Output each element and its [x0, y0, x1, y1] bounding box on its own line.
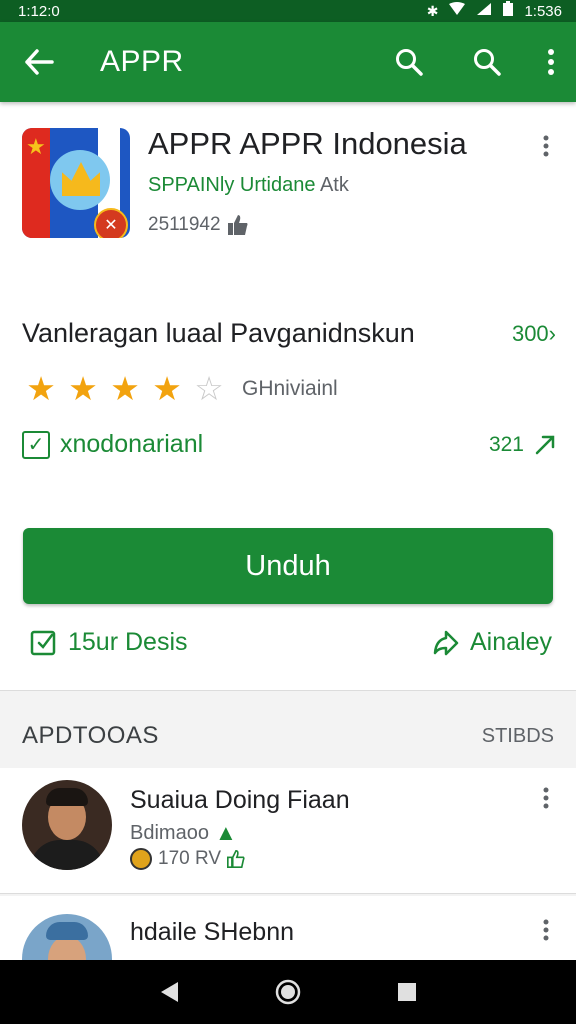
app-icon: ★ ✕	[22, 128, 130, 238]
chevron-right-icon: ›	[548, 320, 556, 346]
review-meta: 170 RV	[130, 848, 245, 870]
back-triangle-icon	[161, 982, 179, 1002]
rating-label: GHniviainl	[242, 376, 338, 400]
description-count-value: 300	[511, 320, 549, 346]
thumb-up-icon	[227, 850, 245, 868]
reviews-link[interactable]: STIBDS	[482, 725, 554, 748]
more-vert-icon	[543, 135, 549, 157]
app-more-button[interactable]	[530, 130, 562, 162]
nav-back-button[interactable]	[145, 968, 193, 1016]
reviews-header: APDTOOAS STIBDS	[22, 722, 554, 750]
review-item[interactable]: Suaiua Doing Fiaan Bdimaoo ▲ 170 RV	[0, 768, 576, 894]
checkbox-icon[interactable]: ✓	[22, 430, 50, 459]
app-bar-title: APPR	[100, 45, 184, 78]
nav-home-button[interactable]	[264, 968, 312, 1016]
search-icon	[396, 49, 423, 76]
status-bar: 1:12:0 ✱ 1:536	[0, 0, 576, 22]
app-developer[interactable]: SPPAINly Urtidane Atk	[148, 174, 349, 197]
coin-icon	[130, 848, 152, 870]
reviewer-subtitle-text: Bdimaoo	[130, 821, 209, 844]
download-box-icon	[30, 630, 56, 655]
app-bar: APPR	[0, 22, 576, 102]
sub-actions: 15ur Desis Ainaley	[30, 628, 552, 657]
share-arrow-icon	[433, 630, 459, 655]
overflow-menu-button[interactable]	[526, 22, 576, 102]
flag-star-icon: ★	[26, 134, 46, 159]
install-button[interactable]: Unduh	[23, 528, 553, 604]
review-more-button[interactable]	[530, 782, 562, 814]
reviewer-subtitle: Bdimaoo ▲	[130, 820, 237, 846]
star-icon: ★	[110, 370, 140, 407]
recents-square-icon	[397, 983, 416, 1001]
review-item[interactable]: hdaile SHebnn	[0, 896, 576, 960]
status-icons: ✱ 1:536	[427, 1, 562, 21]
avatar	[22, 780, 112, 870]
app-header: ★ ✕ APPR APPR Indonesia SPPAINly Urtidan…	[0, 102, 576, 282]
more-vert-icon	[543, 787, 549, 809]
wifi-icon	[448, 2, 466, 20]
description-text: Vanleragan luaal Pavganidnskun	[22, 318, 415, 348]
home-circle-icon	[275, 979, 301, 1005]
star-icon: ★	[152, 370, 182, 407]
verified-row[interactable]: ✓ xnodonarianl 321	[22, 430, 556, 459]
app-size-value: 2511942	[148, 214, 221, 235]
arrow-left-icon	[25, 49, 54, 75]
app-badge-icon: ✕	[94, 208, 128, 238]
description-count[interactable]: 300›	[512, 321, 556, 347]
developer-name[interactable]: SPPAINly Urtidane	[148, 174, 315, 196]
review-meta-text: 170 RV	[158, 848, 222, 869]
share-action-label: Ainaley	[470, 628, 552, 656]
more-vert-icon	[543, 919, 549, 941]
rating-row: ★ ★ ★ ★ ☆ GHniviainl	[22, 372, 338, 405]
star-icon: ★	[26, 370, 56, 407]
share-action-button[interactable]: Ainaley	[432, 628, 552, 657]
search-icon	[474, 49, 501, 76]
app-size: 2511942	[148, 214, 249, 236]
app-name: APPR APPR Indonesia	[148, 126, 467, 161]
desc-action-label: 15ur Desis	[68, 628, 188, 656]
developer-suffix: Atk	[315, 174, 349, 196]
review-more-button[interactable]	[530, 914, 562, 946]
verified-count: 321	[488, 432, 524, 456]
reviews-heading: APDTOOAS	[22, 722, 159, 749]
status-right-time: 1:536	[524, 2, 562, 20]
back-button[interactable]	[0, 22, 78, 102]
thumb-up-icon	[227, 215, 248, 235]
more-vert-icon	[548, 49, 554, 75]
nav-recents-button[interactable]	[383, 968, 431, 1016]
search-button-secondary[interactable]	[448, 22, 526, 102]
signal-icon	[476, 2, 492, 20]
trend-arrow-icon	[535, 435, 555, 454]
star-icon: ★	[68, 370, 98, 407]
reviewer-name: hdaile SHebnn	[130, 918, 295, 946]
verified-label: xnodonarianl	[60, 430, 204, 458]
desc-action-button[interactable]: 15ur Desis	[30, 628, 188, 657]
tree-icon: ▲	[214, 820, 237, 845]
reviewer-name: Suaiua Doing Fiaan	[130, 786, 350, 814]
search-button[interactable]	[370, 22, 448, 102]
bluetooth-icon: ✱	[426, 2, 439, 19]
status-time: 1:12:0	[18, 2, 60, 20]
avatar	[22, 914, 112, 960]
star-icon: ☆	[194, 370, 224, 407]
description-row[interactable]: Vanleragan luaal Pavganidnskun 300›	[22, 318, 556, 349]
system-nav-bar	[0, 960, 576, 1024]
battery-icon	[502, 1, 514, 21]
